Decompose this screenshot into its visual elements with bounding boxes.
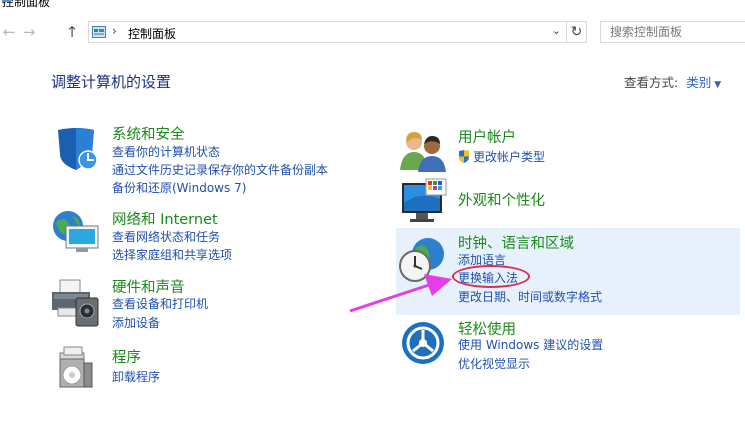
ease-of-access-icon	[402, 322, 444, 364]
link-network-status[interactable]: 查看网络状态和任务	[112, 229, 220, 246]
address-bar[interactable]: › 控制面板 ⌄	[88, 21, 567, 43]
link-file-history[interactable]: 通过文件历史记录保存你的文件备份副本	[112, 162, 328, 179]
globe-network-icon	[53, 211, 99, 252]
page-title: 调整计算机的设置	[51, 73, 172, 91]
breadcrumb-separator: ›	[112, 24, 117, 38]
annotation-arrow-icon	[349, 274, 452, 313]
shield-icon	[58, 128, 98, 170]
category-title-clock-language[interactable]: 时钟、语言和区域	[458, 232, 574, 253]
search-input[interactable]: 搜索控制面板	[600, 21, 745, 43]
back-button[interactable]: ←	[0, 23, 18, 41]
link-optimize-display[interactable]: 优化视觉显示	[458, 356, 530, 373]
link-recommended-settings[interactable]: 使用 Windows 建议的设置	[458, 337, 603, 354]
uac-shield-icon	[459, 150, 469, 163]
breadcrumb-control-panel[interactable]: 控制面板	[128, 25, 176, 42]
control-panel-folder-icon	[92, 26, 106, 38]
category-title-user[interactable]: 用户帐户	[458, 126, 516, 147]
category-title-hardware[interactable]: 硬件和声音	[112, 276, 185, 297]
chevron-down-icon[interactable]: ⌄	[552, 24, 561, 37]
link-homegroup[interactable]: 选择家庭组和共享选项	[112, 247, 232, 264]
category-title-network[interactable]: 网络和 Internet	[112, 208, 218, 229]
monitor-palette-icon	[402, 178, 447, 222]
up-button[interactable]: ↑	[63, 23, 81, 41]
refresh-button[interactable]: ↻	[567, 21, 587, 43]
category-title-programs[interactable]: 程序	[112, 346, 141, 367]
category-title-security[interactable]: 系统和安全	[112, 123, 185, 144]
category-title-ease-of-access[interactable]: 轻松使用	[458, 318, 516, 339]
link-uninstall-program[interactable]: 卸载程序	[112, 369, 160, 386]
title-bar: 控制面板	[0, 0, 745, 9]
printer-icon	[52, 279, 99, 327]
category-title-appearance[interactable]: 外观和个性化	[458, 189, 545, 210]
link-view-computer-status[interactable]: 查看你的计算机状态	[112, 144, 220, 161]
view-by-label: 查看方式:	[624, 75, 679, 90]
link-label[interactable]: 更改帐户类型	[473, 150, 545, 164]
control-panel-icon	[2, 0, 11, 2]
link-backup-restore[interactable]: 备份和还原(Windows 7)	[112, 180, 246, 197]
annotation-circle	[452, 265, 530, 288]
link-devices-printers[interactable]: 查看设备和打印机	[112, 296, 208, 313]
view-by-dropdown[interactable]: 类别	[686, 75, 711, 90]
users-icon	[400, 132, 446, 172]
link-add-device[interactable]: 添加设备	[112, 315, 160, 332]
view-by: 查看方式: 类别 ▼	[624, 72, 721, 91]
link-change-date-time-format[interactable]: 更改日期、时间或数字格式	[458, 289, 602, 306]
forward-button[interactable]: →	[20, 23, 38, 41]
dropdown-arrow-icon[interactable]: ▼	[714, 80, 721, 90]
program-box-icon	[59, 346, 93, 388]
window-title: 控制面板	[2, 0, 50, 10]
link-change-account-type[interactable]: 更改帐户类型	[458, 149, 545, 166]
